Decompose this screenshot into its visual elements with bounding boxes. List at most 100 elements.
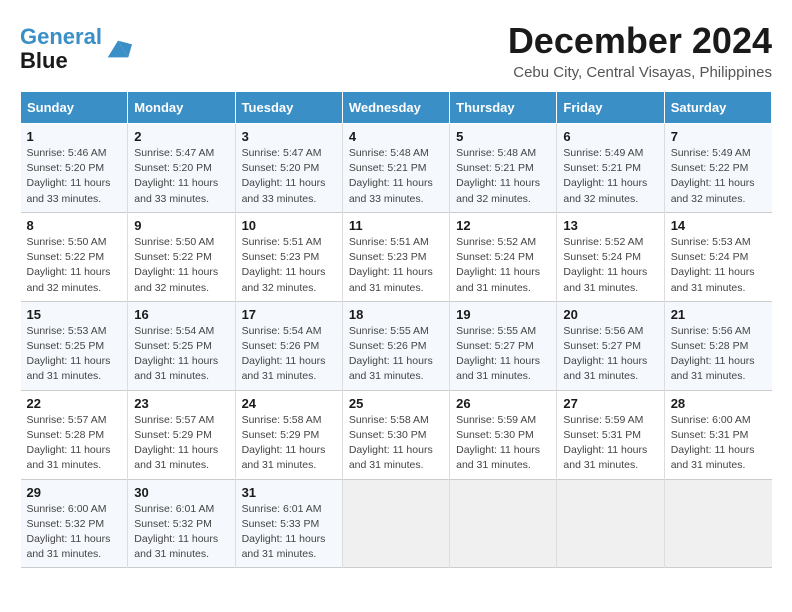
day-info: Sunrise: 5:55 AMSunset: 5:26 PMDaylight:… bbox=[349, 324, 443, 385]
logo-icon bbox=[104, 35, 132, 63]
col-header-tuesday: Tuesday bbox=[235, 92, 342, 124]
day-number: 5 bbox=[456, 129, 550, 144]
day-number: 18 bbox=[349, 307, 443, 322]
col-header-wednesday: Wednesday bbox=[342, 92, 449, 124]
calendar-cell: 2Sunrise: 5:47 AMSunset: 5:20 PMDaylight… bbox=[128, 124, 235, 213]
calendar-week-1: 1Sunrise: 5:46 AMSunset: 5:20 PMDaylight… bbox=[21, 124, 772, 213]
day-number: 30 bbox=[134, 485, 228, 500]
day-info: Sunrise: 5:49 AMSunset: 5:22 PMDaylight:… bbox=[671, 146, 766, 207]
calendar-week-3: 15Sunrise: 5:53 AMSunset: 5:25 PMDayligh… bbox=[21, 301, 772, 390]
col-header-friday: Friday bbox=[557, 92, 664, 124]
calendar-cell: 24Sunrise: 5:58 AMSunset: 5:29 PMDayligh… bbox=[235, 390, 342, 479]
day-info: Sunrise: 5:47 AMSunset: 5:20 PMDaylight:… bbox=[242, 146, 336, 207]
calendar-cell: 28 Sunrise: 6:00 AMSunset: 5:31 PMDayligh… bbox=[664, 390, 771, 479]
col-header-thursday: Thursday bbox=[450, 92, 557, 124]
day-info: Sunrise: 5:48 AMSunset: 5:21 PMDaylight:… bbox=[349, 146, 443, 207]
day-info: Sunrise: 5:54 AMSunset: 5:26 PMDaylight:… bbox=[242, 324, 336, 385]
calendar-cell: 29Sunrise: 6:00 AMSunset: 5:32 PMDayligh… bbox=[21, 479, 128, 568]
calendar-cell: 18 Sunrise: 5:55 AMSunset: 5:26 PMDayligh… bbox=[342, 301, 449, 390]
day-number: 14 bbox=[671, 218, 766, 233]
day-number: 23 bbox=[134, 396, 228, 411]
calendar-cell: 13 Sunrise: 5:52 AMSunset: 5:24 PMDayligh… bbox=[557, 212, 664, 301]
logo: GeneralBlue bbox=[20, 25, 132, 73]
day-info: Sunrise: 5:52 AMSunset: 5:24 PMDaylight:… bbox=[563, 235, 657, 296]
month-title: December 2024 bbox=[508, 20, 772, 62]
day-info: Sunrise: 5:56 AMSunset: 5:27 PMDaylight:… bbox=[563, 324, 657, 385]
day-info: Sunrise: 5:57 AMSunset: 5:28 PMDaylight:… bbox=[27, 413, 122, 474]
calendar-cell bbox=[450, 479, 557, 568]
day-info: Sunrise: 5:50 AMSunset: 5:22 PMDaylight:… bbox=[134, 235, 228, 296]
logo-text: GeneralBlue bbox=[20, 25, 102, 73]
day-number: 9 bbox=[134, 218, 228, 233]
calendar-cell bbox=[557, 479, 664, 568]
day-number: 12 bbox=[456, 218, 550, 233]
day-info: Sunrise: 6:00 AMSunset: 5:32 PMDaylight:… bbox=[27, 502, 122, 563]
calendar-cell: 4 Sunrise: 5:48 AMSunset: 5:21 PMDaylight… bbox=[342, 124, 449, 213]
calendar-cell: 21Sunrise: 5:56 AMSunset: 5:28 PMDayligh… bbox=[664, 301, 771, 390]
day-number: 2 bbox=[134, 129, 228, 144]
col-header-sunday: Sunday bbox=[21, 92, 128, 124]
day-info: Sunrise: 5:48 AMSunset: 5:21 PMDaylight:… bbox=[456, 146, 550, 207]
calendar-cell: 8 Sunrise: 5:50 AMSunset: 5:22 PMDaylight… bbox=[21, 212, 128, 301]
day-number: 17 bbox=[242, 307, 336, 322]
day-info: Sunrise: 5:58 AMSunset: 5:30 PMDaylight:… bbox=[349, 413, 443, 474]
day-number: 3 bbox=[242, 129, 336, 144]
day-number: 28 bbox=[671, 396, 766, 411]
day-info: Sunrise: 5:56 AMSunset: 5:28 PMDaylight:… bbox=[671, 324, 766, 385]
day-number: 8 bbox=[27, 218, 122, 233]
calendar-cell: 30 Sunrise: 6:01 AMSunset: 5:32 PMDayligh… bbox=[128, 479, 235, 568]
calendar-cell bbox=[664, 479, 771, 568]
calendar-week-4: 22Sunrise: 5:57 AMSunset: 5:28 PMDayligh… bbox=[21, 390, 772, 479]
calendar-cell: 23 Sunrise: 5:57 AMSunset: 5:29 PMDayligh… bbox=[128, 390, 235, 479]
day-info: Sunrise: 5:50 AMSunset: 5:22 PMDaylight:… bbox=[27, 235, 122, 296]
calendar-cell: 12 Sunrise: 5:52 AMSunset: 5:24 PMDayligh… bbox=[450, 212, 557, 301]
day-info: Sunrise: 5:52 AMSunset: 5:24 PMDaylight:… bbox=[456, 235, 550, 296]
calendar-cell: 14 Sunrise: 5:53 AMSunset: 5:24 PMDayligh… bbox=[664, 212, 771, 301]
day-number: 11 bbox=[349, 218, 443, 233]
day-info: Sunrise: 6:01 AMSunset: 5:32 PMDaylight:… bbox=[134, 502, 228, 563]
calendar-cell: 10 Sunrise: 5:51 AMSunset: 5:23 PMDayligh… bbox=[235, 212, 342, 301]
day-number: 27 bbox=[563, 396, 657, 411]
calendar-cell: 9 Sunrise: 5:50 AMSunset: 5:22 PMDaylight… bbox=[128, 212, 235, 301]
calendar-week-2: 8 Sunrise: 5:50 AMSunset: 5:22 PMDaylight… bbox=[21, 212, 772, 301]
day-number: 10 bbox=[242, 218, 336, 233]
day-number: 4 bbox=[349, 129, 443, 144]
day-info: Sunrise: 5:57 AMSunset: 5:29 PMDaylight:… bbox=[134, 413, 228, 474]
page-header: GeneralBlue December 2024 Cebu City, Cen… bbox=[20, 20, 772, 81]
location-title: Cebu City, Central Visayas, Philippines bbox=[508, 64, 772, 81]
day-info: Sunrise: 5:59 AMSunset: 5:30 PMDaylight:… bbox=[456, 413, 550, 474]
day-info: Sunrise: 6:00 AMSunset: 5:31 PMDaylight:… bbox=[671, 413, 766, 474]
calendar-cell: 31 Sunrise: 6:01 AMSunset: 5:33 PMDayligh… bbox=[235, 479, 342, 568]
calendar-cell: 6Sunrise: 5:49 AMSunset: 5:21 PMDaylight… bbox=[557, 124, 664, 213]
day-info: Sunrise: 5:59 AMSunset: 5:31 PMDaylight:… bbox=[563, 413, 657, 474]
day-info: Sunrise: 5:58 AMSunset: 5:29 PMDaylight:… bbox=[242, 413, 336, 474]
calendar-cell: 15Sunrise: 5:53 AMSunset: 5:25 PMDayligh… bbox=[21, 301, 128, 390]
calendar-cell: 22Sunrise: 5:57 AMSunset: 5:28 PMDayligh… bbox=[21, 390, 128, 479]
day-info: Sunrise: 5:51 AMSunset: 5:23 PMDaylight:… bbox=[242, 235, 336, 296]
calendar-cell: 3 Sunrise: 5:47 AMSunset: 5:20 PMDaylight… bbox=[235, 124, 342, 213]
day-info: Sunrise: 6:01 AMSunset: 5:33 PMDaylight:… bbox=[242, 502, 336, 563]
day-number: 25 bbox=[349, 396, 443, 411]
calendar-cell: 5 Sunrise: 5:48 AMSunset: 5:21 PMDaylight… bbox=[450, 124, 557, 213]
day-number: 19 bbox=[456, 307, 550, 322]
day-number: 13 bbox=[563, 218, 657, 233]
calendar-cell: 26Sunrise: 5:59 AMSunset: 5:30 PMDayligh… bbox=[450, 390, 557, 479]
day-info: Sunrise: 5:53 AMSunset: 5:24 PMDaylight:… bbox=[671, 235, 766, 296]
calendar-cell: 1Sunrise: 5:46 AMSunset: 5:20 PMDaylight… bbox=[21, 124, 128, 213]
calendar-cell: 19Sunrise: 5:55 AMSunset: 5:27 PMDayligh… bbox=[450, 301, 557, 390]
day-info: Sunrise: 5:51 AMSunset: 5:23 PMDaylight:… bbox=[349, 235, 443, 296]
calendar-cell: 11 Sunrise: 5:51 AMSunset: 5:23 PMDayligh… bbox=[342, 212, 449, 301]
calendar-cell: 25 Sunrise: 5:58 AMSunset: 5:30 PMDayligh… bbox=[342, 390, 449, 479]
col-header-monday: Monday bbox=[128, 92, 235, 124]
calendar-table: SundayMondayTuesdayWednesdayThursdayFrid… bbox=[20, 91, 772, 568]
calendar-cell: 20Sunrise: 5:56 AMSunset: 5:27 PMDayligh… bbox=[557, 301, 664, 390]
day-number: 16 bbox=[134, 307, 228, 322]
day-info: Sunrise: 5:49 AMSunset: 5:21 PMDaylight:… bbox=[563, 146, 657, 207]
header-row: SundayMondayTuesdayWednesdayThursdayFrid… bbox=[21, 92, 772, 124]
day-info: Sunrise: 5:53 AMSunset: 5:25 PMDaylight:… bbox=[27, 324, 122, 385]
day-number: 31 bbox=[242, 485, 336, 500]
calendar-cell: 17 Sunrise: 5:54 AMSunset: 5:26 PMDayligh… bbox=[235, 301, 342, 390]
col-header-saturday: Saturday bbox=[664, 92, 771, 124]
title-area: December 2024 Cebu City, Central Visayas… bbox=[508, 20, 772, 81]
day-info: Sunrise: 5:46 AMSunset: 5:20 PMDaylight:… bbox=[27, 146, 122, 207]
